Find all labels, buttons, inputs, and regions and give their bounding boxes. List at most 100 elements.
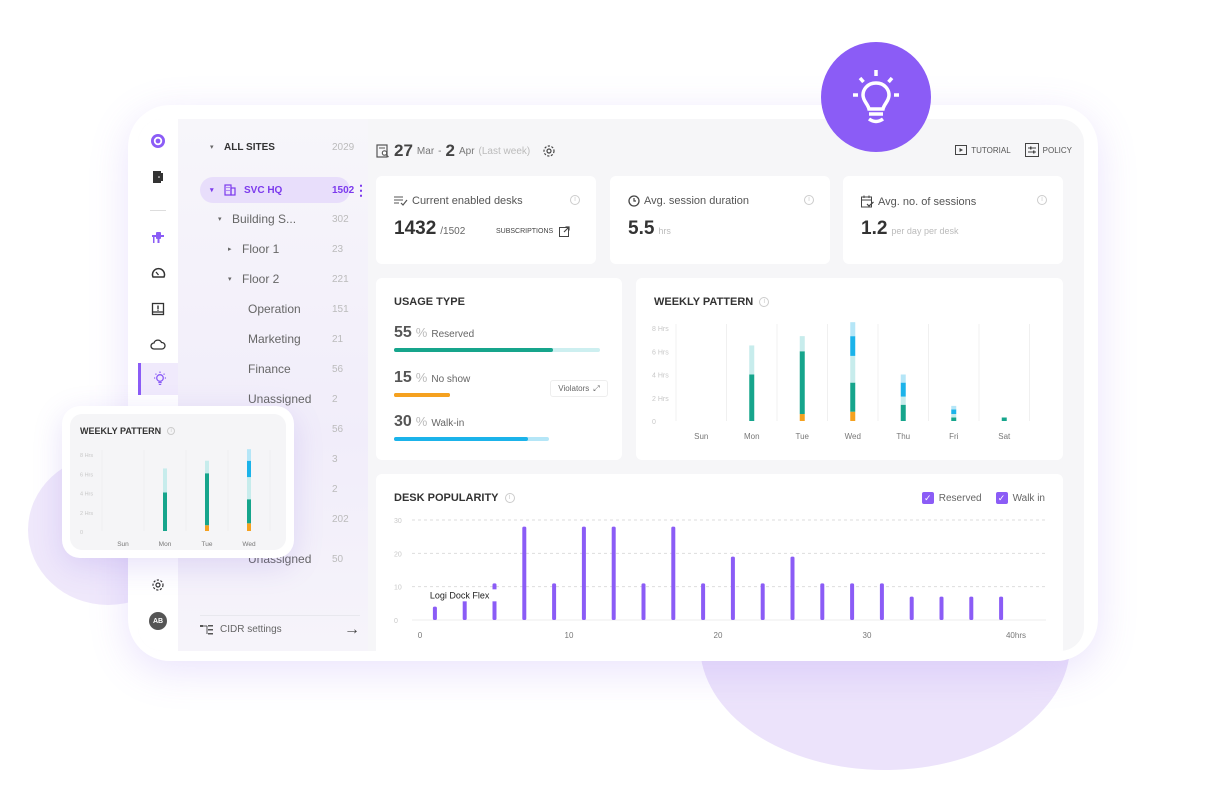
user-avatar[interactable]: AB (138, 607, 178, 635)
bar[interactable] (820, 583, 825, 620)
bar-segment[interactable] (951, 409, 957, 415)
bar-segment[interactable] (850, 322, 856, 337)
bar[interactable] (909, 596, 914, 620)
x-tick-label: Tue (202, 541, 213, 548)
gear-icon[interactable] (542, 144, 556, 158)
tree-item[interactable]: ▾ Floor 2 221 (228, 267, 349, 291)
date-range-note: (Last week) (478, 145, 531, 157)
tree-item-label: Floor 2 (242, 272, 280, 286)
bar-segment[interactable] (749, 374, 755, 422)
bar[interactable] (999, 596, 1004, 620)
bar-segment[interactable] (205, 525, 209, 531)
bar[interactable] (522, 526, 527, 620)
alert-monitor-icon[interactable] (138, 295, 178, 323)
bar-segment[interactable] (247, 499, 251, 524)
arrow-right-icon[interactable]: → (344, 621, 360, 639)
bar-segment[interactable] (163, 492, 167, 532)
bar-segment[interactable] (850, 382, 856, 412)
dashboard-gauge-icon[interactable] (138, 259, 178, 287)
bar[interactable] (611, 526, 616, 620)
bar-segment[interactable] (850, 411, 856, 421)
subscriptions-link[interactable]: SUBSCRIPTIONS (496, 226, 570, 237)
x-tick-label: 20 (714, 631, 723, 640)
tree-item[interactable]: Operation 151 (248, 297, 349, 321)
date-end-day[interactable]: 2 (446, 141, 455, 161)
bar[interactable] (671, 526, 676, 620)
cloud-icon[interactable] (138, 331, 178, 359)
bar-segment[interactable] (247, 477, 251, 500)
bar-segment[interactable] (799, 351, 805, 415)
building-icon (224, 184, 236, 196)
x-tick-label: Tue (796, 432, 810, 441)
tree-item-count: 21 (332, 333, 344, 345)
x-tick-label: 0 (418, 631, 423, 640)
policy-button[interactable]: POLICY (1024, 143, 1072, 157)
desk-booking-icon[interactable] (138, 223, 178, 251)
bar-segment[interactable] (799, 414, 805, 421)
bar-segment[interactable] (247, 523, 251, 531)
tree-item[interactable]: Marketing 21 (248, 327, 343, 351)
bar-segment[interactable] (900, 382, 906, 397)
bar-segment[interactable] (247, 449, 251, 461)
bar-segment[interactable] (850, 355, 856, 383)
tree-item[interactable]: ▸ Floor 1 23 (228, 237, 343, 261)
bar-segment[interactable] (900, 404, 906, 421)
bar[interactable] (790, 556, 795, 620)
bar[interactable] (641, 583, 646, 620)
date-start-month[interactable]: Mar (417, 146, 434, 157)
bar[interactable] (850, 583, 855, 620)
kpi-card-enabled-desks: Current enabled desks i 1432 /1502 SUBSC… (376, 176, 596, 264)
tutorial-button[interactable]: TUTORIAL (955, 145, 1011, 155)
bar[interactable] (879, 583, 884, 620)
tree-item-label: ALL SITES (224, 141, 275, 153)
bar-segment[interactable] (900, 396, 906, 405)
bar-segment[interactable] (900, 374, 906, 383)
bar[interactable] (492, 583, 497, 620)
door-icon[interactable] (138, 163, 178, 191)
bar-segment[interactable] (247, 460, 251, 478)
cidr-settings-link[interactable]: CIDR settings → (200, 615, 360, 643)
bar-segment[interactable] (799, 336, 805, 352)
bar[interactable] (552, 583, 557, 620)
tree-item[interactable]: ▾ SVC HQ 1502 ⋮ (210, 178, 368, 202)
caret-down-icon[interactable]: ▾ (210, 186, 224, 194)
bar-segment[interactable] (951, 414, 957, 418)
caret-down-icon[interactable]: ▾ (228, 275, 242, 283)
bar[interactable] (432, 606, 437, 620)
bar-segment[interactable] (749, 345, 755, 375)
date-end-month[interactable]: Apr (459, 146, 475, 157)
info-icon[interactable]: i (804, 195, 814, 205)
app-window: AB ▾ ALL SITES 2029 ▾ SVC HQ 1502 ⋮ ▾ Building S… (138, 119, 1084, 651)
caret-right-icon[interactable]: ▸ (228, 245, 242, 253)
usage-label: Reserved (431, 329, 475, 340)
caret-down-icon[interactable]: ▾ (210, 143, 224, 151)
bar[interactable] (581, 526, 586, 620)
bar[interactable] (760, 583, 765, 620)
info-icon[interactable]: i (570, 195, 580, 205)
bar-segment[interactable] (163, 468, 167, 493)
bar-segment[interactable] (850, 336, 856, 356)
bar-segment[interactable] (205, 473, 209, 526)
usage-percent: 30 (394, 413, 412, 430)
bar-segment[interactable] (1001, 417, 1007, 421)
bar-segment[interactable] (205, 460, 209, 474)
bar-segment[interactable] (951, 405, 957, 410)
tree-item[interactable]: Finance 56 (248, 357, 343, 381)
bar[interactable] (730, 556, 735, 620)
gear-icon[interactable] (138, 571, 178, 599)
bar[interactable] (969, 596, 974, 620)
y-tick-label: 2 Hrs (652, 396, 669, 403)
info-icon[interactable]: i (1037, 195, 1047, 205)
caret-down-icon[interactable]: ▾ (218, 215, 232, 223)
bar[interactable] (701, 583, 706, 620)
logo-icon[interactable] (138, 127, 178, 155)
date-start-day[interactable]: 27 (394, 141, 413, 161)
calendar-search-icon[interactable] (376, 144, 390, 158)
bar[interactable] (939, 596, 944, 620)
lightbulb-insights-icon[interactable] (138, 363, 178, 395)
violators-button[interactable]: Violators ⤢ (550, 380, 608, 397)
tree-item[interactable]: ▾ ALL SITES 2029 (210, 135, 354, 159)
tree-item[interactable]: ▾ Building S... 302 (218, 207, 349, 231)
bar-segment[interactable] (951, 417, 957, 421)
more-options-icon[interactable]: ⋮ (354, 182, 368, 199)
